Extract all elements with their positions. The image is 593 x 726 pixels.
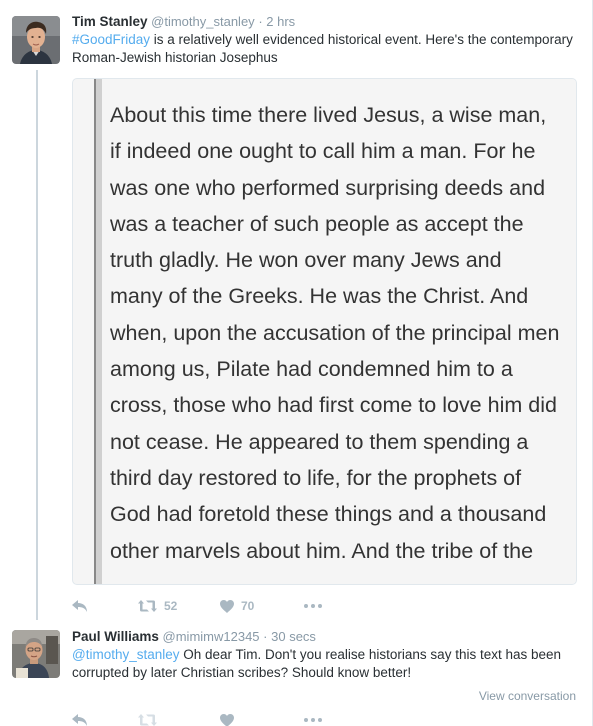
media-text: About this time there lived Jesus, a wis…	[110, 103, 560, 563]
heart-icon	[220, 599, 234, 613]
reply-icon	[72, 600, 87, 612]
tweet-content: Tim Stanley @timothy_stanley · 2 hrs #Go…	[72, 13, 578, 67]
retweet-icon	[138, 714, 157, 726]
avatar[interactable]	[12, 16, 60, 64]
separator: ·	[258, 14, 263, 29]
tweet-actions	[72, 710, 350, 726]
more-icon	[304, 604, 322, 608]
mention-link[interactable]: @timothy_stanley	[72, 647, 180, 662]
tweet-text: @timothy_stanley Oh dear Tim. Don't you …	[72, 646, 578, 682]
timeline: Tim Stanley @timothy_stanley · 2 hrs #Go…	[0, 0, 593, 726]
quoted-page: About this time there lived Jesus, a wis…	[94, 79, 576, 584]
more-icon	[304, 718, 322, 722]
more-button[interactable]	[304, 718, 322, 722]
reply-button[interactable]	[72, 714, 110, 726]
heart-icon	[220, 713, 234, 726]
like-button[interactable]	[220, 713, 276, 726]
retweet-button[interactable]: 52	[138, 599, 192, 613]
timestamp[interactable]: 2 hrs	[266, 14, 295, 29]
retweet-icon	[138, 600, 157, 612]
timestamp[interactable]: 30 secs	[271, 629, 316, 644]
hashtag-link[interactable]: #GoodFriday	[72, 32, 150, 47]
avatar[interactable]	[12, 630, 60, 678]
tweet-actions: 52 70	[72, 596, 350, 616]
tweet-content: Paul Williams @mimimw12345 · 30 secs @ti…	[72, 628, 578, 682]
tweet-media-image[interactable]: About this time there lived Jesus, a wis…	[72, 78, 577, 585]
separator: ·	[263, 629, 268, 644]
reply-icon	[72, 714, 87, 726]
view-conversation-link[interactable]: View conversation	[479, 689, 576, 703]
tweet-header: Paul Williams @mimimw12345 · 30 secs	[72, 628, 578, 645]
like-count: 70	[241, 599, 255, 613]
author-fullname[interactable]: Tim Stanley	[72, 14, 148, 29]
reply-button[interactable]	[72, 600, 110, 612]
tweet-text: #GoodFriday is a relatively well evidenc…	[72, 31, 578, 67]
author-username[interactable]: @mimimw12345	[163, 629, 260, 644]
tweet[interactable]: Tim Stanley @timothy_stanley · 2 hrs #Go…	[0, 0, 592, 622]
more-button[interactable]	[304, 604, 322, 608]
author-fullname[interactable]: Paul Williams	[72, 629, 159, 644]
author-username[interactable]: @timothy_stanley	[151, 14, 255, 29]
retweet-count: 52	[164, 599, 178, 613]
tweet-header: Tim Stanley @timothy_stanley · 2 hrs	[72, 13, 578, 30]
tweet[interactable]: Paul Williams @mimimw12345 · 30 secs @ti…	[0, 622, 592, 726]
retweet-button[interactable]	[138, 714, 192, 726]
like-button[interactable]: 70	[220, 599, 276, 613]
